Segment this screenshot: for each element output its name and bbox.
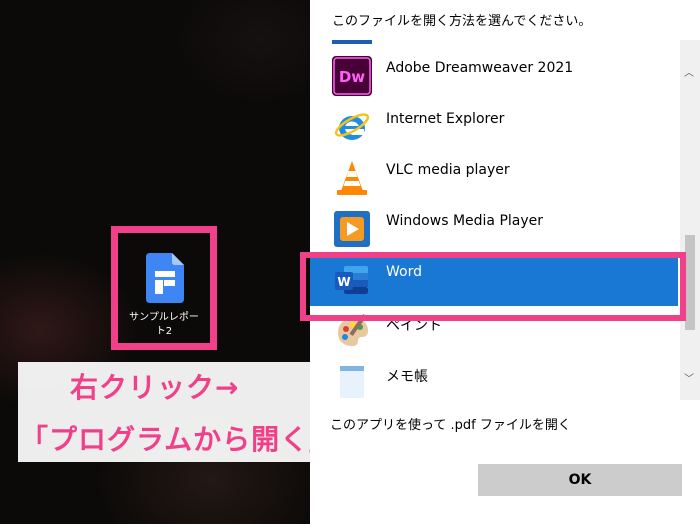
windows-media-player-icon bbox=[334, 211, 370, 247]
partial-list-item bbox=[332, 40, 372, 44]
app-label: Adobe Dreamweaver 2021 bbox=[386, 60, 574, 76]
app-list-scrollbar[interactable]: ︿ ﹀ bbox=[680, 40, 700, 400]
app-label: Internet Explorer bbox=[386, 111, 505, 127]
ok-button[interactable]: OK bbox=[478, 464, 682, 496]
app-label: Windows Media Player bbox=[386, 213, 544, 229]
google-docs-file-icon bbox=[146, 253, 184, 303]
app-list: Dw Adobe Dreamweaver 2021 Internet Explo… bbox=[310, 40, 678, 400]
always-use-label: このアプリを使って .pdf ファイルを開く bbox=[330, 418, 571, 433]
chevron-up-icon[interactable]: ︿ bbox=[684, 64, 694, 79]
scrollbar-thumb[interactable] bbox=[685, 235, 695, 330]
app-label: メモ帳 bbox=[386, 369, 428, 385]
highlight-frame-word bbox=[300, 252, 686, 321]
callout-line-1: 右クリック→ bbox=[70, 371, 240, 404]
app-item-dreamweaver[interactable]: Dw Adobe Dreamweaver 2021 bbox=[310, 52, 678, 102]
chevron-down-icon[interactable]: ﹀ bbox=[684, 370, 694, 385]
always-use-checkbox[interactable] bbox=[310, 414, 324, 428]
dialog-title: このファイルを開く方法を選んでください。 bbox=[332, 14, 592, 29]
internet-explorer-icon bbox=[334, 113, 370, 140]
desktop-file-label: サンプルレポー ト2 bbox=[129, 312, 199, 337]
app-item-notepad[interactable]: メモ帳 bbox=[310, 358, 678, 400]
callout-line-2: 「プログラムから開く」 bbox=[20, 423, 339, 456]
vlc-cone-icon bbox=[337, 161, 367, 195]
app-label: VLC media player bbox=[386, 162, 510, 178]
svg-text:Dw: Dw bbox=[339, 68, 365, 86]
desktop-file-icon[interactable]: サンプルレポー ト2 bbox=[111, 226, 217, 350]
dreamweaver-icon: Dw bbox=[332, 56, 372, 96]
notepad-icon bbox=[340, 366, 364, 398]
app-item-vlc[interactable]: VLC media player bbox=[310, 154, 678, 204]
app-item-windows-media-player[interactable]: Windows Media Player bbox=[310, 205, 678, 255]
app-item-internet-explorer[interactable]: Internet Explorer bbox=[310, 103, 678, 153]
